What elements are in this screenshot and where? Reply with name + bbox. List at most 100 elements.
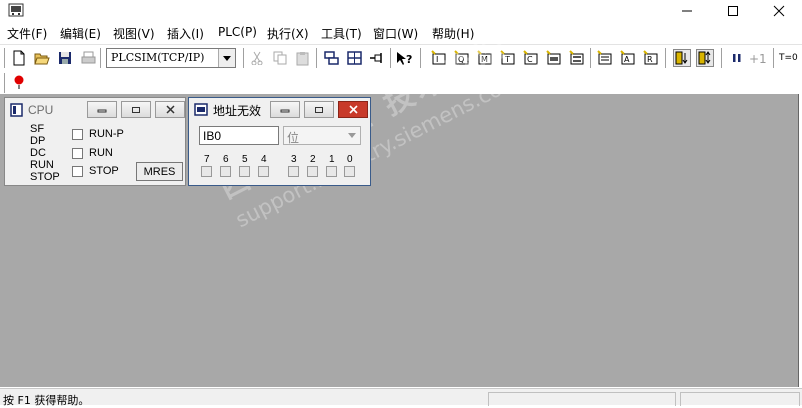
help-pointer-icon: ? — [396, 51, 412, 66]
menu-window[interactable]: 窗口(W) — [373, 25, 418, 42]
open-folder-icon — [34, 53, 50, 65]
marker-variable-icon: M — [477, 50, 492, 65]
pause-button[interactable] — [728, 49, 746, 67]
connection-select[interactable]: PLCSIM(TCP/IP) — [106, 48, 236, 68]
led-run-label: RUN — [30, 159, 54, 171]
output-variable-icon: Q — [454, 50, 469, 65]
toolbar-separator — [420, 48, 422, 68]
status-help-text: 按 F1 获得帮助。 — [3, 394, 90, 407]
toolbar-separator — [390, 48, 392, 68]
insert-stack-button[interactable] — [596, 49, 614, 67]
tile-windows-button[interactable] — [345, 49, 363, 67]
insert-input-button[interactable]: I — [430, 49, 448, 67]
insert-timer-button[interactable]: T — [499, 49, 517, 67]
svg-text:M: M — [481, 55, 488, 64]
toolbar-separator — [316, 48, 318, 68]
bit-checkbox-6[interactable] — [220, 166, 231, 177]
bit-checkbox-1[interactable] — [326, 166, 337, 177]
minimize-button[interactable] — [664, 0, 710, 22]
bit-checkbox-2[interactable] — [307, 166, 318, 177]
tile-icon — [346, 51, 362, 65]
vertical-bits-icon — [569, 50, 584, 65]
minimize-icon — [97, 109, 107, 112]
context-help-button[interactable]: ? — [395, 49, 413, 67]
continuous-scan-button[interactable] — [696, 49, 714, 67]
pin-button[interactable] — [368, 49, 386, 67]
mode-run-p-checkbox[interactable] — [72, 129, 83, 140]
menu-view[interactable]: 视图(V) — [113, 25, 155, 42]
bit-checkbox-4[interactable] — [258, 166, 269, 177]
bit-label-2: 2 — [310, 154, 316, 165]
cpu-close-button[interactable] — [155, 101, 185, 118]
bit-checkbox-7[interactable] — [201, 166, 212, 177]
open-button[interactable] — [33, 49, 51, 67]
close-button[interactable] — [756, 0, 802, 22]
insert-output-button[interactable]: Q — [453, 49, 471, 67]
toolbar-separator — [100, 48, 102, 68]
reset-timers-label[interactable]: T=0 — [779, 53, 798, 63]
insert-general-button[interactable] — [545, 49, 563, 67]
bit-checkbox-5[interactable] — [239, 166, 250, 177]
status-bar: 按 F1 获得帮助。 — [0, 388, 802, 407]
menu-plc[interactable]: PLC(P) — [218, 25, 257, 39]
stack-icon — [597, 50, 612, 65]
minimize-icon — [280, 109, 290, 112]
counter-variable-icon: C — [523, 50, 538, 65]
mode-stop-checkbox[interactable] — [72, 166, 83, 177]
cpu-restore-button[interactable] — [121, 101, 151, 118]
led-dp-label: DP — [30, 135, 46, 147]
run-mode-button[interactable] — [673, 49, 691, 67]
breakpoint-button[interactable] — [10, 73, 28, 91]
single-scan-icon — [675, 51, 688, 65]
insert-accumulator-button[interactable]: A — [619, 49, 637, 67]
insert-counter-button[interactable]: C — [522, 49, 540, 67]
menu-insert[interactable]: 插入(I) — [167, 25, 204, 42]
led-sf-label: SF — [30, 123, 45, 135]
cpu-minimize-button[interactable] — [87, 101, 117, 118]
menu-bar: 文件(F) 编辑(E) 视图(V) 插入(I) PLC(P) 执行(X) 工具(… — [0, 23, 802, 43]
address-input[interactable]: IB0 — [199, 126, 279, 145]
cascade-windows-button[interactable] — [322, 49, 340, 67]
input-minimize-button[interactable] — [270, 101, 300, 118]
svg-text:I: I — [436, 55, 438, 64]
insert-marker-button[interactable]: M — [476, 49, 494, 67]
save-button[interactable] — [56, 49, 74, 67]
mres-button[interactable]: MRES — [136, 162, 183, 181]
block-register-icon: R — [643, 50, 658, 65]
cpu-window-title: CPU — [28, 103, 54, 117]
svg-text:R: R — [647, 55, 653, 64]
menu-execute[interactable]: 执行(X) — [267, 25, 309, 42]
new-button[interactable] — [10, 49, 28, 67]
input-window-icon — [194, 103, 208, 116]
menu-file[interactable]: 文件(F) — [7, 25, 47, 42]
bit-label-3: 3 — [291, 154, 297, 165]
cpu-window-title-bar[interactable]: CPU — [5, 98, 185, 122]
mode-run-checkbox[interactable] — [72, 148, 83, 159]
menu-tools[interactable]: 工具(T) — [321, 25, 362, 42]
insert-block-register-button[interactable]: R — [642, 49, 660, 67]
bit-checkbox-0[interactable] — [344, 166, 355, 177]
print-button[interactable] — [79, 49, 97, 67]
menu-edit[interactable]: 编辑(E) — [60, 25, 101, 42]
bit-checkbox-3[interactable] — [288, 166, 299, 177]
plcsim-app-icon — [8, 3, 24, 17]
maximize-button[interactable] — [710, 0, 756, 22]
svg-text:C: C — [527, 55, 533, 64]
input-variable-icon: I — [431, 50, 446, 65]
next-scan-label[interactable]: +1 — [749, 52, 767, 66]
connection-dropdown-button[interactable] — [218, 49, 235, 67]
format-select[interactable]: 位 — [283, 126, 361, 145]
bit-label-5: 5 — [242, 154, 248, 165]
paste-button[interactable] — [294, 49, 312, 67]
insert-vertical-bits-button[interactable] — [568, 49, 586, 67]
chevron-down-icon — [223, 55, 231, 61]
input-close-button[interactable] — [338, 101, 368, 118]
new-document-icon — [13, 50, 25, 66]
toolbar-grip — [4, 48, 6, 68]
general-variable-icon — [546, 50, 561, 65]
input-window-title-bar[interactable]: 地址无效 — [189, 98, 370, 122]
input-restore-button[interactable] — [304, 101, 334, 118]
menu-help[interactable]: 帮助(H) — [432, 25, 474, 42]
cut-button[interactable] — [248, 49, 266, 67]
copy-button[interactable] — [271, 49, 289, 67]
